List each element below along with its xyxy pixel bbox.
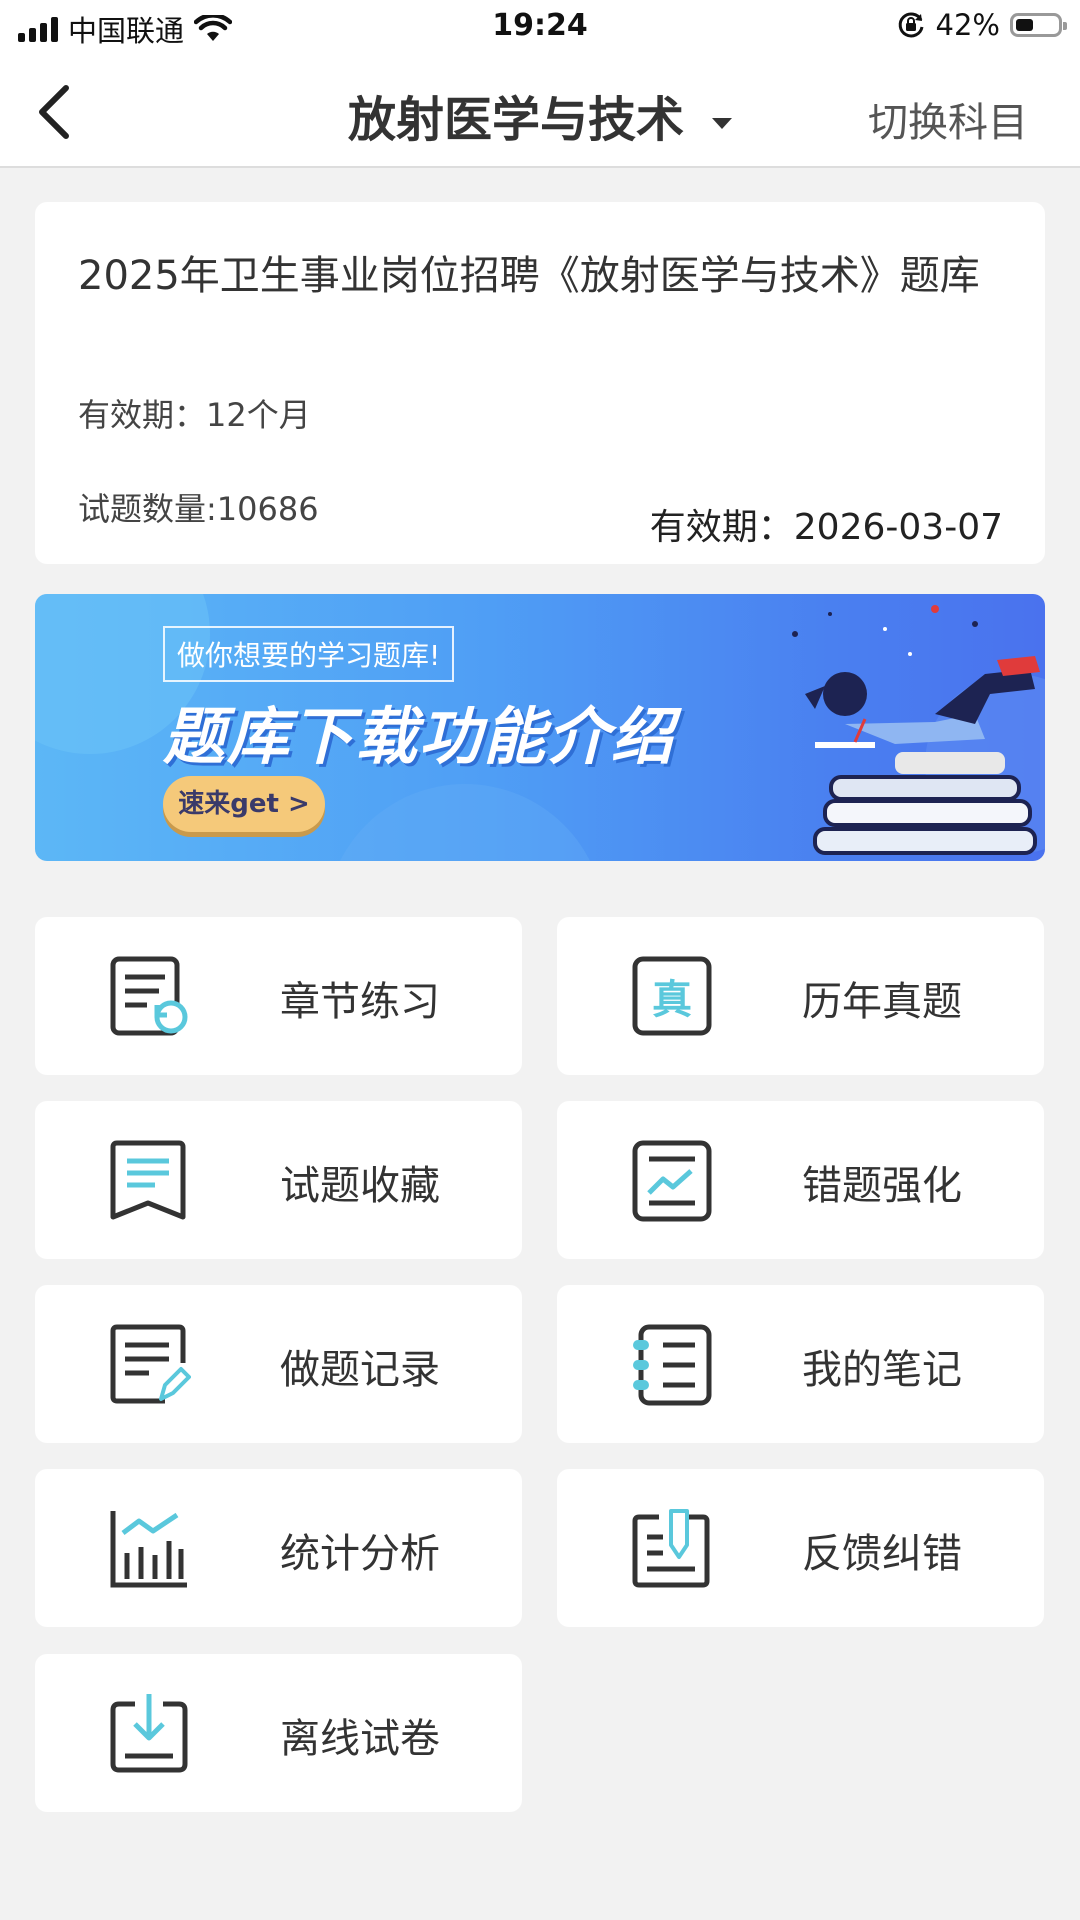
battery-icon	[1010, 13, 1067, 37]
page-title: 放射医学与技术	[347, 92, 684, 148]
menu-item-practice-record[interactable]: 做题记录	[35, 1285, 522, 1443]
banner-cta-button[interactable]: 速来get >	[163, 776, 325, 832]
menu-item-label: 反馈纠错	[802, 1531, 962, 1577]
notes-icon	[633, 1324, 712, 1406]
menu-item-label: 历年真题	[802, 979, 962, 1025]
menu-item-feedback[interactable]: 反馈纠错	[557, 1469, 1044, 1627]
practice-record-icon	[110, 1324, 191, 1404]
menu-item-label: 做题记录	[280, 1347, 440, 1393]
status-right: 42%	[896, 8, 1067, 42]
menu-item-wrong-questions[interactable]: 错题强化	[557, 1101, 1044, 1259]
menu-item-favorites[interactable]: 试题收藏	[35, 1101, 522, 1259]
feedback-icon	[632, 1509, 710, 1588]
wrong-questions-icon	[632, 1140, 712, 1222]
menu-item-notes[interactable]: 我的笔记	[557, 1285, 1044, 1443]
validity-period: 有效期：12个月	[78, 396, 311, 434]
menu-item-statistics[interactable]: 统计分析	[35, 1469, 522, 1627]
menu-item-label: 我的笔记	[802, 1347, 962, 1393]
menu-item-chapter-practice[interactable]: 章节练习	[35, 917, 522, 1075]
menu-item-label: 错题强化	[802, 1163, 962, 1209]
menu-item-label: 统计分析	[280, 1531, 440, 1577]
menu-item-label: 章节练习	[280, 979, 440, 1025]
past-exams-icon: 真	[632, 956, 712, 1036]
expiry-date: 有效期：2026-03-07	[649, 507, 1003, 548]
switch-subject-button[interactable]: 切换科目	[868, 90, 1028, 148]
battery-percent: 42%	[935, 8, 1000, 42]
rotation-lock-icon	[898, 12, 924, 38]
status-bar: 中国联通 19:24 42%	[0, 0, 1080, 58]
offline-paper-icon	[110, 1694, 188, 1773]
menu-item-past-exams[interactable]: 真 历年真题	[557, 917, 1044, 1075]
svg-text:真: 真	[652, 977, 692, 1023]
banner-headline: 题库下载功能介绍	[163, 700, 676, 773]
statistics-icon	[110, 1511, 187, 1588]
favorites-icon	[110, 1140, 186, 1220]
banner-tag: 做你想要的学习题库!	[163, 626, 455, 682]
student-reading-illustration	[792, 605, 1040, 855]
bank-title: 2025年卫生事业岗位招聘《放射医学与技术》题库	[78, 253, 980, 299]
bank-info-card: 2025年卫生事业岗位招聘《放射医学与技术》题库 有效期：12个月 试题数量:1…	[35, 202, 1045, 564]
chevron-down-icon	[712, 117, 732, 129]
menu-item-label: 试题收藏	[280, 1163, 440, 1209]
menu-item-offline-paper[interactable]: 离线试卷	[35, 1654, 522, 1812]
question-count: 试题数量:10686	[78, 490, 319, 528]
download-feature-banner[interactable]: 做你想要的学习题库! 题库下载功能介绍 速来get >	[35, 594, 1045, 861]
menu-item-label: 离线试卷	[280, 1716, 440, 1762]
nav-bar: 放射医学与技术 切换科目	[0, 58, 1080, 168]
chapter-practice-icon	[110, 956, 188, 1036]
